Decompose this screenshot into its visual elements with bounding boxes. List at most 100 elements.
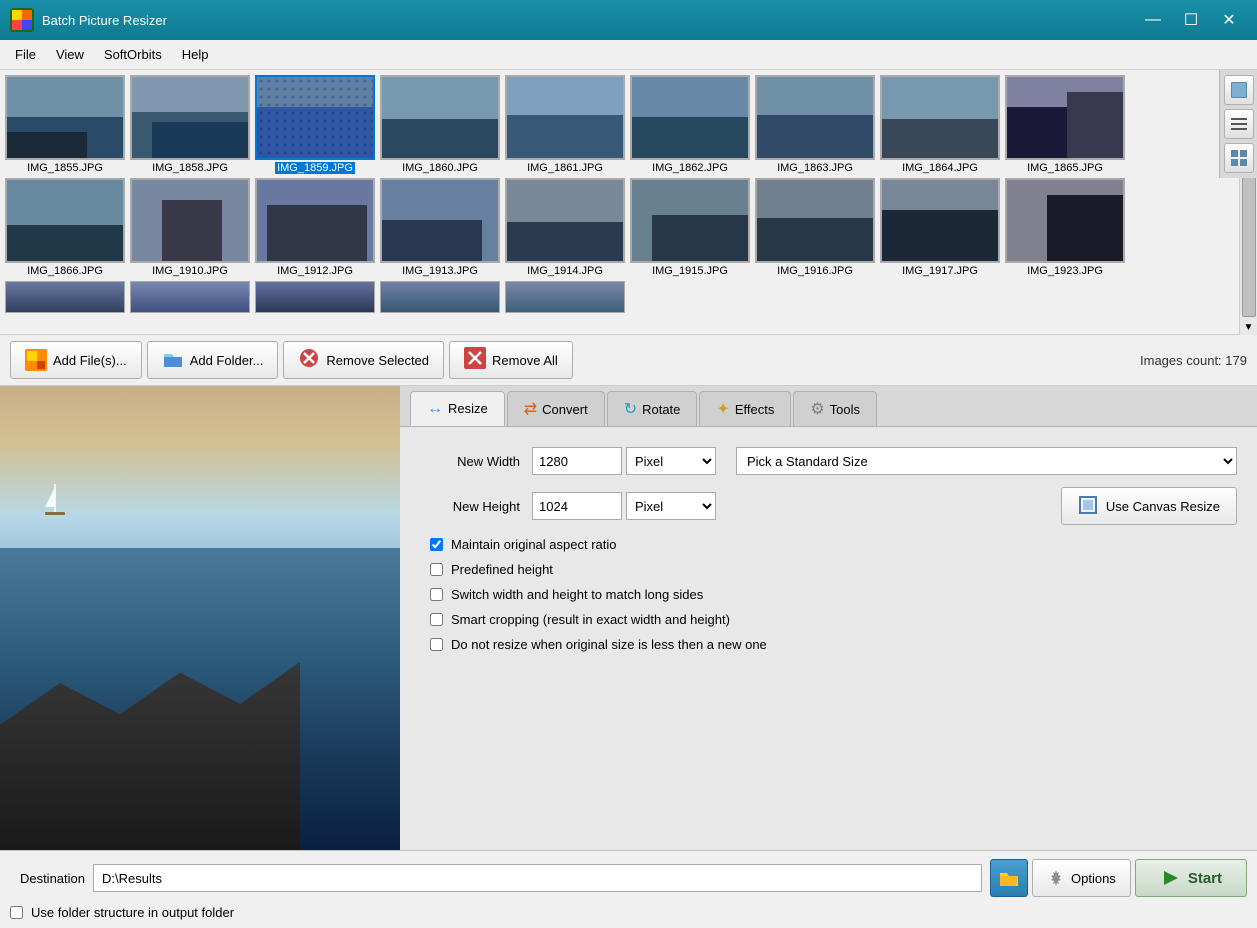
switch-dimensions-checkbox[interactable] xyxy=(430,588,443,601)
list-item[interactable]: IMG_1861.JPG xyxy=(505,75,625,174)
remove-selected-icon xyxy=(298,347,320,374)
options-button[interactable]: Options xyxy=(1032,859,1131,897)
start-button[interactable]: Start xyxy=(1135,859,1247,897)
list-item[interactable]: IMG_1910.JPG xyxy=(130,178,250,277)
close-button[interactable]: ✕ xyxy=(1211,5,1247,35)
tab-rotate[interactable]: ↻ Rotate xyxy=(607,391,698,426)
remove-all-icon xyxy=(464,347,486,374)
list-item[interactable]: IMG_1866.JPG xyxy=(5,178,125,277)
tools-icon: ⚙ xyxy=(810,399,824,419)
canvas-resize-button[interactable]: Use Canvas Resize xyxy=(1061,487,1237,525)
add-folder-button[interactable]: Add Folder... xyxy=(147,341,279,379)
gear-icon xyxy=(1047,869,1065,887)
standard-size-select[interactable]: Pick a Standard Size 640x480 800x600 102… xyxy=(736,447,1237,475)
tab-convert-label: Convert xyxy=(542,402,588,417)
width-unit-select[interactable]: Pixel Percent Centimeter Inch xyxy=(626,447,716,475)
width-input[interactable] xyxy=(532,447,622,475)
start-icon xyxy=(1160,867,1182,889)
smart-cropping-label[interactable]: Smart cropping (result in exact width an… xyxy=(451,612,730,627)
minimize-button[interactable]: — xyxy=(1135,5,1171,35)
image-filename: IMG_1862.JPG xyxy=(652,162,728,174)
remove-selected-button[interactable]: Remove Selected xyxy=(283,341,444,379)
right-panel: ↔ Resize ⇄ Convert ↻ Rotate ✦ Effects ⚙ xyxy=(400,386,1257,850)
list-item[interactable]: IMG_1915.JPG xyxy=(630,178,750,277)
image-filename: IMG_1914.JPG xyxy=(527,265,603,277)
preview-panel xyxy=(0,386,400,850)
maximize-button[interactable]: ☐ xyxy=(1173,5,1209,35)
image-filename: IMG_1860.JPG xyxy=(402,162,478,174)
folder-open-icon xyxy=(998,867,1020,889)
app-logo xyxy=(10,8,34,32)
list-item[interactable]: IMG_1917.JPG xyxy=(880,178,1000,277)
folder-icon xyxy=(162,349,184,371)
canvas-resize-icon xyxy=(1078,495,1098,518)
tab-convert[interactable]: ⇄ Convert xyxy=(507,391,605,426)
smart-cropping-checkbox[interactable] xyxy=(430,613,443,626)
titlebar: Batch Picture Resizer — ☐ ✕ xyxy=(0,0,1257,40)
image-filename: IMG_1859.JPG xyxy=(275,162,355,174)
image-strip: IMG_1855.JPG IMG_1858.JPG xyxy=(0,70,1257,335)
list-item[interactable]: IMG_1855.JPG xyxy=(5,75,125,174)
tab-rotate-label: Rotate xyxy=(642,402,680,417)
add-files-label: Add File(s)... xyxy=(53,353,127,368)
list-item[interactable]: IMG_1865.JPG xyxy=(1005,75,1125,174)
menu-help[interactable]: Help xyxy=(172,43,219,66)
list-item[interactable]: IMG_1863.JPG xyxy=(755,75,875,174)
destination-input[interactable] xyxy=(93,864,982,892)
maintain-aspect-label[interactable]: Maintain original aspect ratio xyxy=(451,537,616,552)
options-label: Options xyxy=(1071,871,1116,886)
tab-tools-label: Tools xyxy=(830,402,860,417)
height-input[interactable] xyxy=(532,492,622,520)
image-filename: IMG_1858.JPG xyxy=(152,162,228,174)
predefined-height-label[interactable]: Predefined height xyxy=(451,562,553,577)
maintain-aspect-checkbox[interactable] xyxy=(430,538,443,551)
list-item[interactable]: IMG_1914.JPG xyxy=(505,178,625,277)
menu-file[interactable]: File xyxy=(5,43,46,66)
image-filename: IMG_1912.JPG xyxy=(277,265,353,277)
height-row: New Height Pixel Percent Centimeter Inch xyxy=(420,487,1237,525)
remove-all-button[interactable]: Remove All xyxy=(449,341,573,379)
image-filename: IMG_1864.JPG xyxy=(902,162,978,174)
list-item[interactable]: IMG_1912.JPG xyxy=(255,178,375,277)
list-item[interactable]: IMG_1913.JPG xyxy=(380,178,500,277)
image-filename: IMG_1913.JPG xyxy=(402,265,478,277)
list-item[interactable]: IMG_1916.JPG xyxy=(755,178,875,277)
canvas-resize-label: Use Canvas Resize xyxy=(1106,499,1220,514)
scroll-down-button[interactable]: ▼ xyxy=(1241,319,1257,335)
smart-cropping-row: Smart cropping (result in exact width an… xyxy=(430,612,1237,627)
menu-view[interactable]: View xyxy=(46,43,94,66)
image-filename: IMG_1861.JPG xyxy=(527,162,603,174)
list-item[interactable]: IMG_1860.JPG xyxy=(380,75,500,174)
no-upscale-checkbox[interactable] xyxy=(430,638,443,651)
add-files-button[interactable]: Add File(s)... xyxy=(10,341,142,379)
remove-all-label: Remove All xyxy=(492,353,558,368)
image-filename: IMG_1855.JPG xyxy=(27,162,103,174)
app-title: Batch Picture Resizer xyxy=(42,13,1135,28)
tab-tools[interactable]: ⚙ Tools xyxy=(793,391,877,426)
image-filename: IMG_1910.JPG xyxy=(152,265,228,277)
list-item[interactable]: IMG_1864.JPG xyxy=(880,75,1000,174)
no-upscale-label[interactable]: Do not resize when original size is less… xyxy=(451,637,767,652)
list-item[interactable]: IMG_1858.JPG xyxy=(130,75,250,174)
list-item[interactable]: IMG_1923.JPG xyxy=(1005,178,1125,277)
browse-button[interactable] xyxy=(990,859,1028,897)
preview-image xyxy=(0,386,400,850)
switch-dimensions-label[interactable]: Switch width and height to match long si… xyxy=(451,587,703,602)
remove-selected-label: Remove Selected xyxy=(326,353,429,368)
resize-tab-content: New Width Pixel Percent Centimeter Inch … xyxy=(400,427,1257,850)
image-filename: IMG_1916.JPG xyxy=(777,265,853,277)
predefined-height-checkbox[interactable] xyxy=(430,563,443,576)
predefined-height-row: Predefined height xyxy=(430,562,1237,577)
tab-effects[interactable]: ✦ Effects xyxy=(699,391,791,426)
width-row: New Width Pixel Percent Centimeter Inch … xyxy=(420,447,1237,475)
images-count: Images count: 179 xyxy=(1140,353,1247,368)
folder-structure-label[interactable]: Use folder structure in output folder xyxy=(31,905,234,920)
list-item[interactable]: IMG_1862.JPG xyxy=(630,75,750,174)
height-unit-select[interactable]: Pixel Percent Centimeter Inch xyxy=(626,492,716,520)
image-filename: IMG_1863.JPG xyxy=(777,162,853,174)
tab-resize[interactable]: ↔ Resize xyxy=(410,391,505,426)
switch-dimensions-row: Switch width and height to match long si… xyxy=(430,587,1237,602)
folder-structure-checkbox[interactable] xyxy=(10,906,23,919)
list-item[interactable]: IMG_1859.JPG xyxy=(255,75,375,174)
menu-softorbits[interactable]: SoftOrbits xyxy=(94,43,172,66)
